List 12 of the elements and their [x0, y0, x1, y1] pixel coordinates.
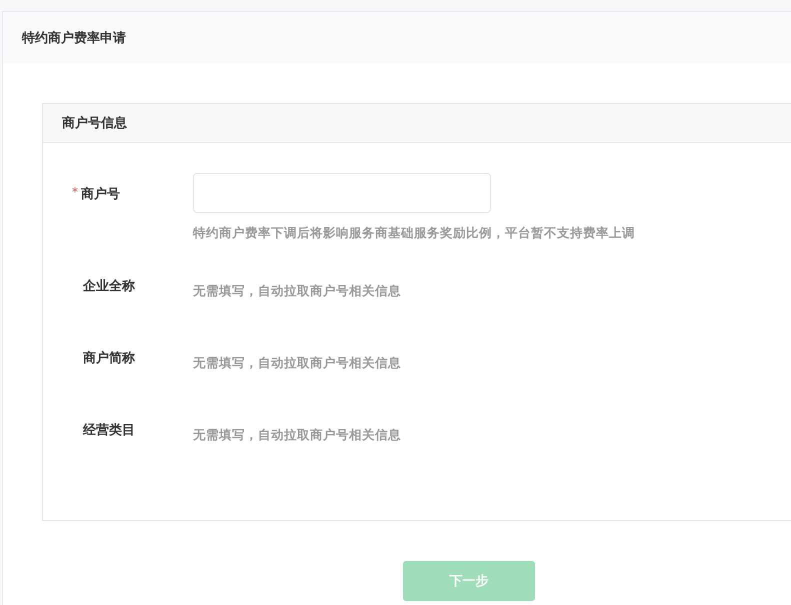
field-label: 企业全称: [83, 278, 135, 295]
required-mark: *: [72, 185, 78, 199]
field-label: 商户简称: [83, 350, 135, 367]
field-label: 经营类目: [83, 422, 135, 439]
section-title: 商户号信息: [62, 114, 127, 132]
input-field[interactable]: [193, 173, 491, 213]
hint-text: 无需填写，自动拉取商户号相关信息: [193, 426, 402, 444]
hint-text: 特约商户费率下调后将影响服务商基础服务奖励比例，平台暂不支持费率上调: [193, 225, 636, 242]
page-title: 特约商户费率申请: [22, 30, 126, 46]
field-label: 商户号: [81, 186, 120, 203]
hint-text: 无需填写，自动拉取商户号相关信息: [193, 354, 402, 372]
hint-text: 无需填写，自动拉取商户号相关信息: [193, 282, 402, 300]
